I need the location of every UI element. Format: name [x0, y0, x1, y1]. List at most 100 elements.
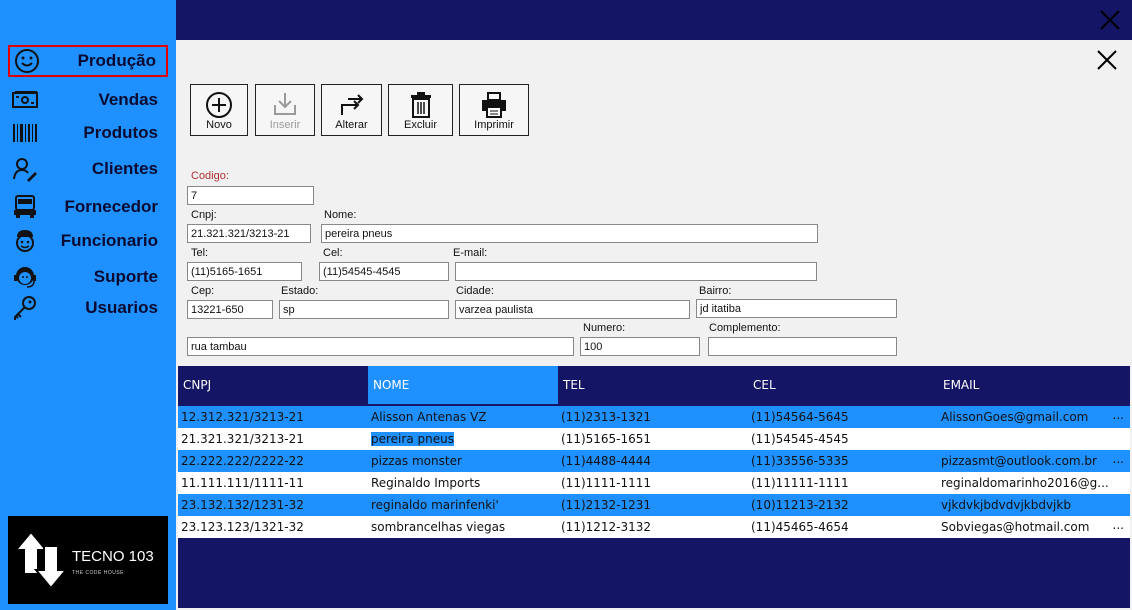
- sidebar-item-label: Funcionario: [60, 231, 158, 250]
- suppliers-grid[interactable]: CNPJ NOME TEL CEL EMAIL 12.312.321/3213-…: [178, 366, 1130, 608]
- sidebar-item-vendas[interactable]: Vendas: [8, 84, 168, 116]
- endereco-field[interactable]: rua tambau: [187, 337, 574, 356]
- cel-field[interactable]: (11)54545-4545: [319, 262, 449, 281]
- cell-cnpj: 12.312.321/3213-21: [181, 410, 304, 424]
- cell-cel: (11)33556-5335: [751, 454, 849, 468]
- sidebar-item-fornecedor[interactable]: Fornecedor: [8, 191, 168, 223]
- cell-cel: (11)54545-4545: [751, 432, 849, 446]
- cell-email: reginaldomarinho2016@g...: [941, 476, 1109, 490]
- headset-icon: [14, 267, 36, 288]
- sidebar-item-usuarios[interactable]: Usuarios: [8, 292, 168, 324]
- codigo-label: Codigo:: [191, 170, 229, 182]
- novo-button[interactable]: Novo: [190, 84, 248, 136]
- column-header-cnpj[interactable]: CNPJ: [178, 366, 368, 404]
- inserir-label: Inserir: [269, 119, 301, 131]
- alterar-button[interactable]: Alterar: [321, 84, 382, 136]
- estado-label: Estado:: [281, 285, 319, 297]
- cell-nome: Reginaldo Imports: [371, 476, 481, 490]
- cell-email: Sobviegas@hotmail.com: [941, 520, 1090, 534]
- novo-label: Novo: [206, 119, 232, 131]
- inserir-button[interactable]: Inserir: [255, 84, 315, 136]
- bairro-field[interactable]: jd itatiba: [696, 299, 897, 318]
- table-row[interactable]: 21.321.321/3213-21 pereira pneus (11)516…: [178, 428, 1130, 450]
- cell-nome: pizzas monster: [371, 454, 462, 468]
- worker-icon: [16, 230, 34, 252]
- cell-cnpj: 21.321.321/3213-21: [181, 432, 304, 446]
- cell-cnpj: 11.111.111/1111-11: [181, 476, 304, 490]
- cell-email: AlissonGoes@gmail.com: [941, 410, 1089, 424]
- sidebar-item-producao[interactable]: Produção: [8, 45, 168, 77]
- cell-cel: (11)11111-1111: [751, 476, 849, 490]
- cep-field[interactable]: 13221-650: [187, 300, 273, 319]
- close-icon[interactable]: [1096, 49, 1118, 71]
- table-row[interactable]: 23.123.123/1321-32 sombrancelhas viegas …: [178, 516, 1130, 538]
- trash-icon: [410, 92, 431, 118]
- table-row[interactable]: 11.111.111/1111-11 Reginaldo Imports (11…: [178, 472, 1130, 494]
- sidebar-item-label: Suporte: [93, 267, 158, 286]
- nome-field[interactable]: pereira pneus: [321, 224, 818, 243]
- sidebar-item-label: Clientes: [91, 159, 158, 178]
- barcode-icon: [13, 124, 37, 142]
- close-icon[interactable]: [1098, 8, 1122, 32]
- cidade-field[interactable]: varzea paulista: [455, 300, 690, 319]
- sidebar-item-label: Fornecedor: [64, 197, 158, 216]
- cell-tel: (11)4488-4444: [561, 454, 652, 468]
- cell-nome-selected[interactable]: pereira pneus: [368, 428, 558, 450]
- sidebar-item-suporte[interactable]: Suporte: [8, 261, 168, 293]
- sidebar-item-produtos[interactable]: Produtos: [8, 117, 168, 149]
- cell-more: ...: [1112, 518, 1124, 532]
- logo-title: TECNO 103: [72, 548, 154, 565]
- cell-email: [938, 428, 1108, 450]
- numero-field[interactable]: 100: [580, 337, 700, 356]
- money-icon: [12, 91, 38, 108]
- sidebar-item-clientes[interactable]: Clientes: [8, 153, 168, 185]
- cell-tel: (11)1212-3132: [561, 520, 652, 534]
- truck-icon: [14, 195, 36, 218]
- excluir-button[interactable]: Excluir: [388, 84, 453, 136]
- logo: TECNO 103 THE CODE HOUSE: [8, 516, 168, 604]
- email-field[interactable]: [455, 262, 817, 281]
- table-row[interactable]: 22.222.222/2222-22 pizzas monster (11)44…: [178, 450, 1130, 472]
- numero-label: Numero:: [583, 322, 626, 334]
- imprimir-button[interactable]: Imprimir: [459, 84, 529, 136]
- arrows-logo-icon: [14, 530, 68, 590]
- cell-tel: (11)2132-1231: [561, 498, 652, 512]
- column-header-nome[interactable]: NOME: [368, 366, 558, 404]
- email-label: E-mail:: [453, 247, 488, 259]
- sidebar-item-label: Vendas: [98, 90, 158, 109]
- complemento-field[interactable]: [708, 337, 897, 356]
- cell-email: vjkdvkjbdvdvjkbdvjkb: [941, 498, 1071, 512]
- cell-nome: reginaldo marinfenki': [371, 498, 499, 512]
- column-header-tel[interactable]: TEL: [558, 366, 748, 404]
- cell-cnpj: 22.222.222/2222-22: [181, 454, 304, 468]
- alterar-label: Alterar: [335, 119, 368, 131]
- cell-cel: (11)54564-5645: [751, 410, 849, 424]
- sidebar-item-label: Produção: [77, 51, 156, 70]
- estado-field[interactable]: sp: [279, 300, 449, 319]
- sidebar-item-label: Produtos: [83, 123, 158, 142]
- excluir-label: Excluir: [403, 119, 437, 131]
- sidebar-item-funcionario[interactable]: Funcionario: [8, 225, 168, 257]
- nome-label: Nome:: [324, 209, 357, 221]
- tel-field[interactable]: (11)5165-1651: [187, 262, 302, 281]
- cell-cel: (11)45465-4654: [751, 520, 849, 534]
- plus-circle-icon: [206, 92, 232, 118]
- supplier-form-panel: Novo Inserir Alterar Excluir Imprimir Co…: [176, 40, 1132, 610]
- codigo-field[interactable]: 7: [187, 186, 314, 205]
- cell-email: pizzasmt@outlook.com.br: [941, 454, 1097, 468]
- column-header-email[interactable]: EMAIL: [938, 366, 1130, 404]
- complemento-label: Complemento:: [709, 322, 781, 334]
- cell-tel: (11)1111-1111: [561, 476, 652, 490]
- table-row[interactable]: 23.132.132/1231-32 reginaldo marinfenki'…: [178, 494, 1130, 516]
- cnpj-field[interactable]: 21.321.321/3213-21: [187, 224, 311, 243]
- cell-cnpj: 23.132.132/1231-32: [181, 498, 304, 512]
- bairro-label: Bairro:: [699, 285, 732, 297]
- sidebar-item-label: Usuarios: [85, 298, 158, 317]
- table-row[interactable]: 12.312.321/3213-21 Alisson Antenas VZ (1…: [178, 406, 1130, 428]
- column-header-cel[interactable]: CEL: [748, 366, 938, 404]
- imprimir-label: Imprimir: [474, 119, 514, 131]
- cell-cnpj: 23.123.123/1321-32: [181, 520, 304, 534]
- printer-icon: [482, 92, 506, 118]
- cell-more: ...: [1112, 408, 1124, 422]
- cell-nome: Alisson Antenas VZ: [371, 410, 487, 424]
